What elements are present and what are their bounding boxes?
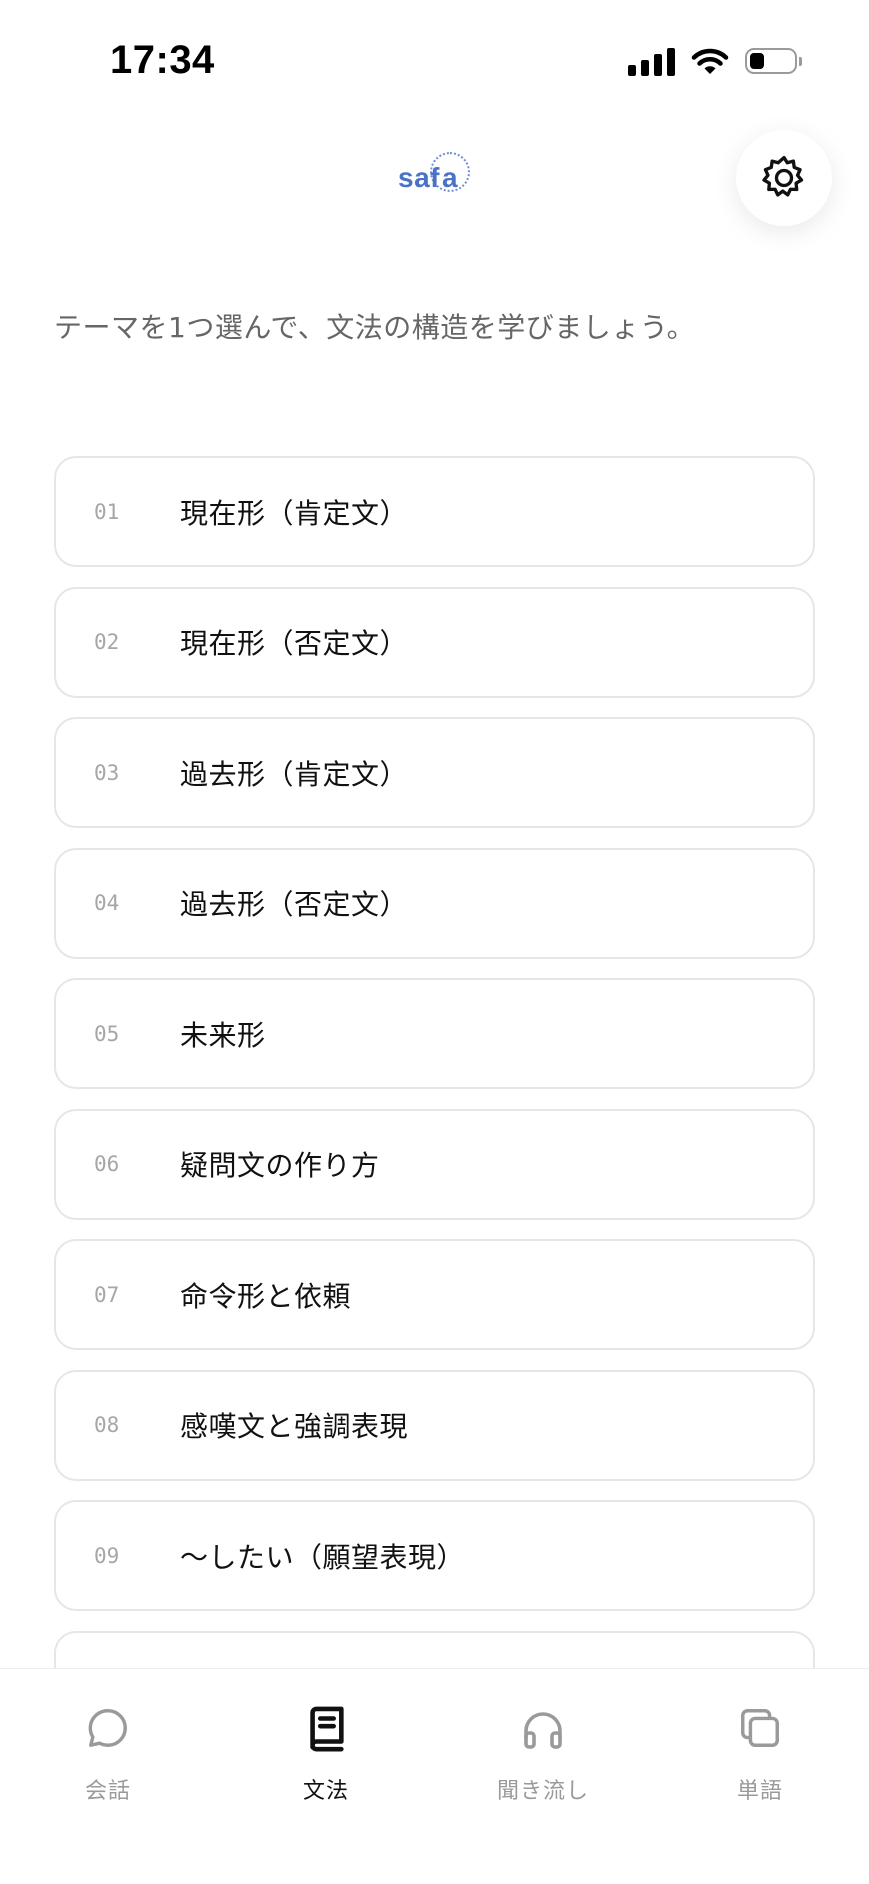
headphones-icon [524,1712,562,1749]
topic-title: 疑問文の作り方 [180,1149,380,1182]
tab-label: 単語 [736,1779,783,1804]
wifi-icon [691,48,729,74]
tab-label: 文法 [302,1779,349,1804]
tab-listening[interactable]: 聞き流し [443,1669,643,1809]
cellular-signal-icon [628,46,675,76]
topic-item-partial[interactable] [54,1630,815,1669]
topic-title: 過去形（肯定文） [180,757,409,791]
tab-label: 聞き流し [496,1779,589,1804]
topic-number: 03 [94,760,120,785]
topic-number: 07 [94,1282,120,1307]
topic-number: 08 [94,1413,120,1437]
app-logo: saf a [398,152,470,198]
tab-bar: 会話 文法 聞き流し 単語 [0,1668,869,1884]
tab-conversation[interactable]: 会話 [8,1669,208,1809]
topic-number: 05 [94,1021,120,1046]
topic-number: 06 [94,1152,120,1176]
cards-icon [741,1709,779,1747]
gear-icon [762,155,804,197]
topic-item[interactable]: 07 命令形と依頼 [54,1239,815,1350]
status-icons [628,46,802,76]
topic-item[interactable]: 09 〜したい（願望表現） [54,1500,815,1611]
status-time: 17:34 [110,38,215,82]
status-bar: 17:34 [0,0,869,130]
settings-button[interactable] [736,130,832,226]
topic-number: 04 [94,891,120,915]
topic-number: 09 [94,1543,120,1568]
topic-list[interactable]: 01 現在形（肯定文） 02 現在形（否定文） 03 過去形（肯定文） 04 過去形（否… [54,456,815,1669]
topic-item[interactable]: 08 感嘆文と強調表現 [54,1369,815,1481]
topic-number: 01 [94,499,120,524]
topic-title: 現在形（肯定文） [180,496,409,530]
topic-item[interactable]: 03 過去形（肯定文） [54,717,815,828]
logo-accent: a [429,152,470,194]
topic-title: 感嘆文と強調表現 [180,1410,409,1443]
topic-title: 〜したい（願望表現） [180,1540,466,1574]
tab-label: 会話 [84,1779,131,1804]
topic-title: 現在形（否定文） [180,627,409,660]
topic-item[interactable]: 01 現在形（肯定文） [54,456,815,567]
topic-title: 未来形 [180,1018,266,1052]
tab-grammar[interactable]: 文法 [226,1669,426,1809]
tab-vocabulary[interactable]: 単語 [660,1669,860,1809]
battery-icon [745,48,802,74]
book-icon [310,1706,344,1752]
topic-item[interactable]: 02 現在形（否定文） [54,586,815,698]
topic-item[interactable]: 04 過去形（否定文） [54,847,815,959]
speech-bubble-icon [88,1709,127,1747]
topic-title: 命令形と依頼 [180,1279,352,1313]
topic-item[interactable]: 06 疑問文の作り方 [54,1108,815,1220]
topic-title: 過去形（否定文） [180,888,409,921]
intro-text: テーマを1つ選んで、文法の構造を学びましょう。 [54,311,696,344]
topic-number: 02 [94,630,120,654]
topic-item[interactable]: 05 未来形 [54,978,815,1089]
